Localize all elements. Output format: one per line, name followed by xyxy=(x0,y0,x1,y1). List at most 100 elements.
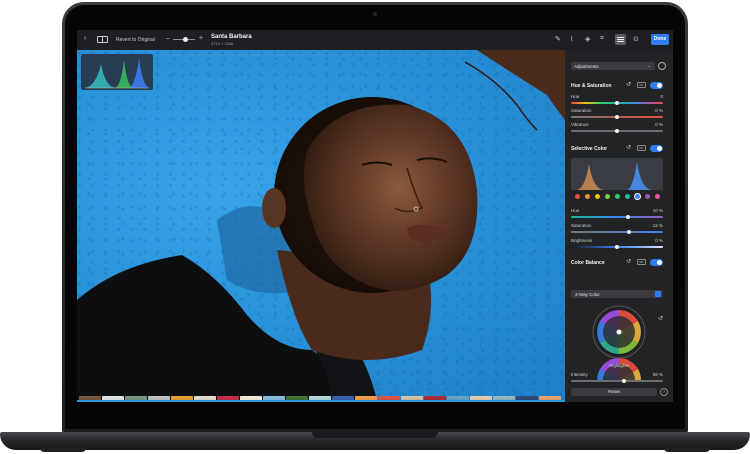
help-button[interactable]: ? xyxy=(660,388,668,396)
laptop-foot-left xyxy=(40,448,86,452)
slider-label: Brightness xyxy=(571,238,593,243)
slider-label: Saturation xyxy=(571,223,592,228)
selective-brightness-slider-knob[interactable] xyxy=(615,245,619,249)
filmstrip-thumb[interactable] xyxy=(309,396,331,400)
slider-label: Hue xyxy=(571,208,580,213)
reset-icon[interactable]: ↺ xyxy=(626,259,631,265)
slider-value: 0 % xyxy=(655,238,663,243)
crop-icon[interactable]: ⌗ xyxy=(600,35,604,43)
swatch-red[interactable] xyxy=(575,194,580,199)
slider-label: Hue xyxy=(571,94,580,99)
swatch-aqua[interactable] xyxy=(615,194,620,199)
filmstrip-thumb[interactable] xyxy=(355,396,377,400)
layers-icon[interactable]: ◈ xyxy=(585,35,590,43)
portrait-photo xyxy=(77,50,565,400)
reset-icon[interactable]: ↺ xyxy=(626,145,631,151)
selective-hue-slider-knob[interactable] xyxy=(626,215,631,219)
selective-color-histogram xyxy=(571,158,663,190)
gear-icon[interactable] xyxy=(658,62,666,70)
filmstrip-thumb[interactable] xyxy=(401,396,423,400)
filmstrip-thumb[interactable] xyxy=(378,396,400,400)
document-title: Santa Barbara xyxy=(211,34,252,40)
revert-button[interactable]: Revert to Original xyxy=(116,37,155,43)
adjustments-panel-button[interactable] xyxy=(615,34,626,45)
highlights-picker[interactable] xyxy=(616,329,622,335)
reset-icon[interactable]: ↺ xyxy=(626,82,631,88)
filmstrip-thumb[interactable] xyxy=(286,396,308,400)
chevron-down-icon: ⌄ xyxy=(647,63,652,69)
swatch-blue[interactable] xyxy=(635,194,640,199)
intensity-value: 58 % xyxy=(652,372,663,377)
filmstrip xyxy=(79,396,561,400)
selective-histogram-graph xyxy=(577,162,651,190)
filmstrip-thumb[interactable] xyxy=(539,396,561,400)
more-icon[interactable]: ⊙ xyxy=(633,35,639,43)
done-button[interactable]: Done xyxy=(651,34,669,45)
ml-button[interactable]: ML xyxy=(637,259,646,265)
filmstrip-thumb[interactable] xyxy=(516,396,538,400)
filmstrip-thumb[interactable] xyxy=(217,396,239,400)
brush-icon[interactable]: ⌇ xyxy=(570,35,573,43)
selective-color-toggle[interactable] xyxy=(650,145,663,152)
selective-saturation-slider-knob[interactable] xyxy=(626,230,631,234)
laptop-notch xyxy=(312,432,438,438)
swatch-purple[interactable] xyxy=(645,194,650,199)
adjustments-dropdown-label: Adjustments xyxy=(574,64,599,69)
color-balance-title: Color Balance xyxy=(571,260,605,266)
filmstrip-thumb[interactable] xyxy=(240,396,262,400)
swatch-orange[interactable] xyxy=(585,194,590,199)
filmstrip-thumb[interactable] xyxy=(148,396,170,400)
selective-color-title: Selective Color xyxy=(571,146,608,152)
intensity-slider[interactable] xyxy=(571,380,663,382)
zoom-slider-knob[interactable] xyxy=(183,37,188,42)
filmstrip-thumb[interactable] xyxy=(263,396,285,400)
filmstrip-thumb[interactable] xyxy=(493,396,515,400)
zoom-out-button[interactable]: – xyxy=(166,35,170,42)
slider-value: 12 % xyxy=(652,223,663,228)
filmstrip-thumb[interactable] xyxy=(194,396,216,400)
selective-hue-slider[interactable] xyxy=(571,216,663,218)
document-dimensions: 3712 × 2346 xyxy=(211,41,234,46)
swatch-magenta[interactable] xyxy=(655,194,660,199)
vibrance-slider-knob[interactable] xyxy=(615,129,619,133)
hue-saturation-toggle[interactable] xyxy=(650,82,663,89)
slider-value: 0 xyxy=(660,94,663,99)
reset-button[interactable]: Reset xyxy=(571,388,657,396)
color-balance-mode-label: 3-Way Color xyxy=(575,292,600,297)
ml-button[interactable]: ML xyxy=(637,145,646,151)
zoom-in-button[interactable]: + xyxy=(199,35,203,42)
histogram-overlay[interactable] xyxy=(81,54,153,90)
pen-icon[interactable]: ✎ xyxy=(555,35,561,43)
slider-label: Saturation xyxy=(571,108,592,113)
filmstrip-thumb[interactable] xyxy=(79,396,101,400)
saturation-slider-knob[interactable] xyxy=(615,115,619,119)
filmstrip-thumb[interactable] xyxy=(447,396,469,400)
app-screen: ‹ Revert to Original – + Santa Barbara 3… xyxy=(77,30,673,402)
swatch-yellow[interactable] xyxy=(595,194,600,199)
filmstrip-thumb[interactable] xyxy=(332,396,354,400)
toolbar: ‹ Revert to Original – + Santa Barbara 3… xyxy=(77,30,673,50)
filmstrip-thumb[interactable] xyxy=(102,396,124,400)
swatch-teal[interactable] xyxy=(625,194,630,199)
highlights-label: Highlights xyxy=(609,363,629,368)
compare-icon[interactable] xyxy=(97,36,108,43)
color-balance-toggle[interactable] xyxy=(650,259,663,266)
chevron-left-icon[interactable]: ‹ xyxy=(84,35,86,42)
chevron-updown-icon xyxy=(655,291,661,297)
selective-saturation-slider[interactable] xyxy=(571,231,663,233)
ml-button[interactable]: ML xyxy=(637,82,646,88)
histogram-graph xyxy=(85,58,149,89)
slider-value: 0 % xyxy=(655,108,663,113)
slider-value: 0 % xyxy=(655,122,663,127)
camera-icon xyxy=(373,12,377,16)
slider-label: Vibrance xyxy=(571,122,589,127)
filmstrip-thumb[interactable] xyxy=(171,396,193,400)
swatch-green[interactable] xyxy=(605,194,610,199)
hue-saturation-title: Hue & Saturation xyxy=(571,83,612,89)
filmstrip-thumb[interactable] xyxy=(125,396,147,400)
filmstrip-thumb[interactable] xyxy=(424,396,446,400)
reset-icon[interactable]: ↺ xyxy=(658,316,663,322)
filmstrip-thumb[interactable] xyxy=(470,396,492,400)
hue-slider-knob[interactable] xyxy=(615,101,619,105)
photo-canvas[interactable] xyxy=(77,50,565,400)
